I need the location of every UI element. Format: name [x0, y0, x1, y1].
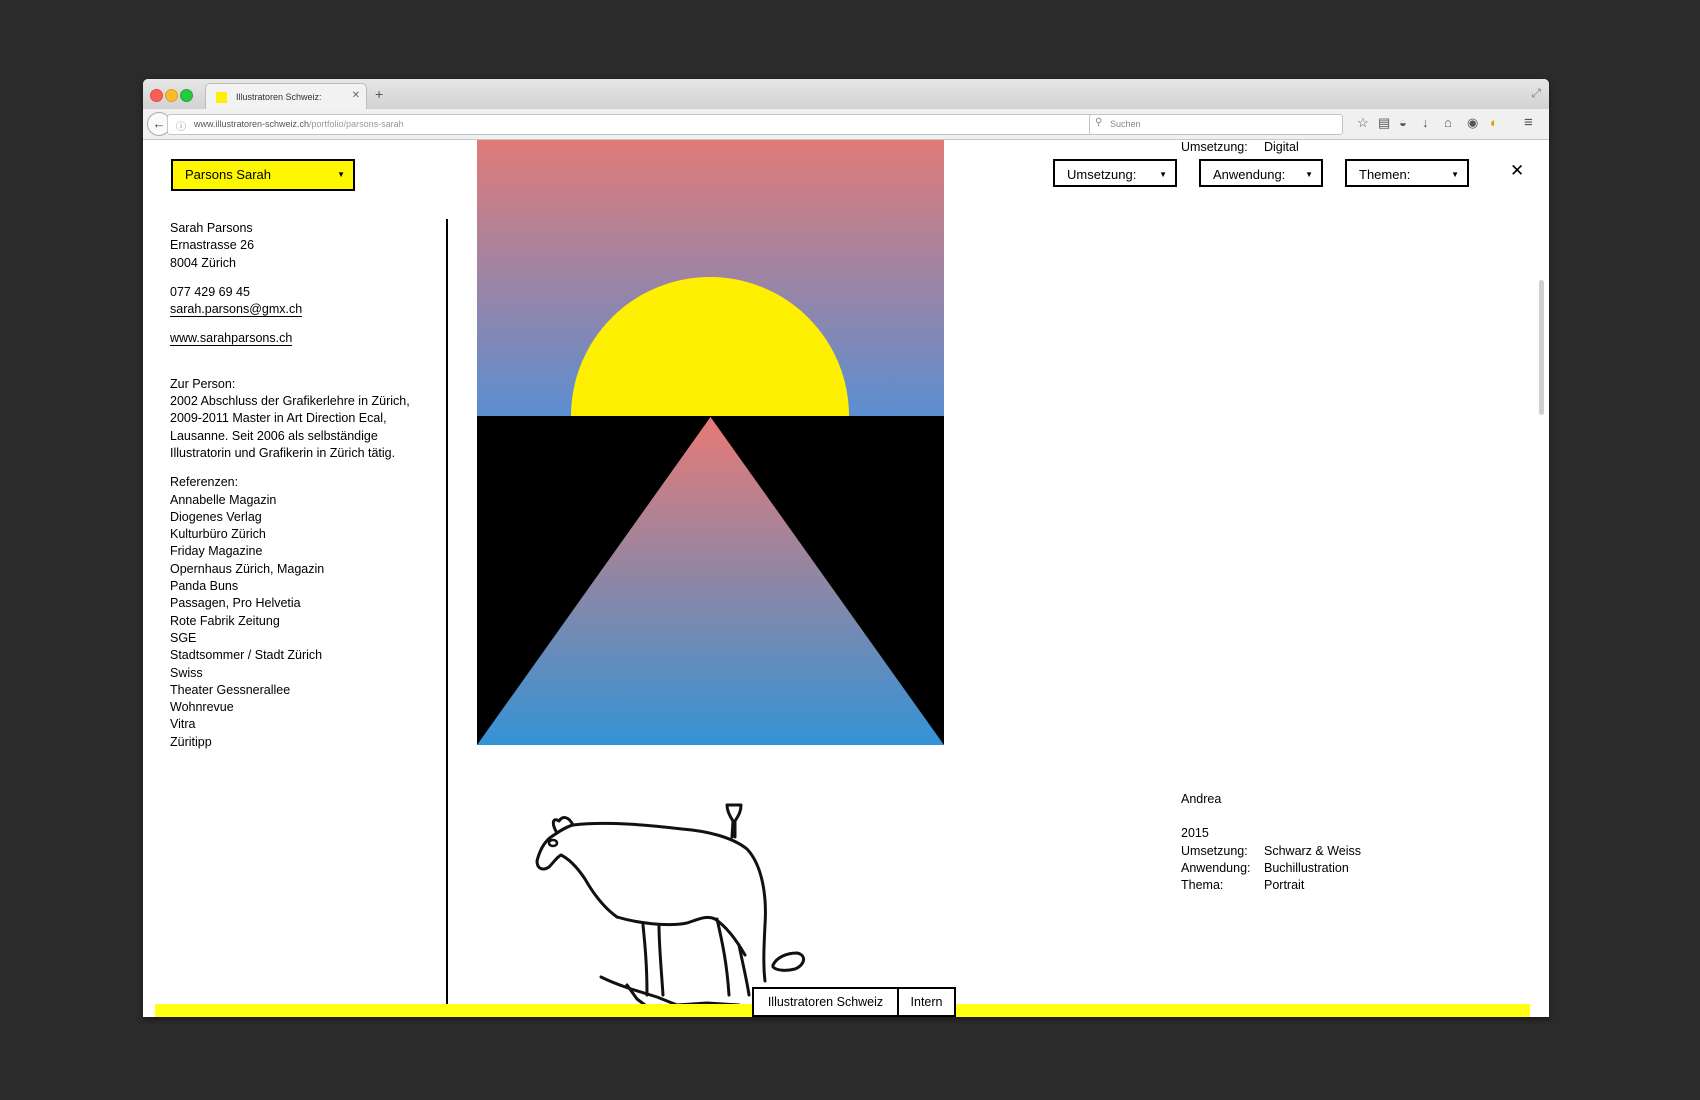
reference-item: SGE [170, 630, 197, 645]
filter-themen[interactable]: Themen: ▼ [1345, 159, 1469, 187]
browser-window: Illustratoren Schweiz: ✕ + ⤢ ← ⓘ www.ill… [143, 79, 1549, 1017]
maximize-window-button[interactable] [180, 89, 193, 102]
footer-tab-illustratoren[interactable]: Illustratoren Schweiz [752, 987, 899, 1017]
close-window-button[interactable] [150, 89, 163, 102]
bio-line: Illustratorin und Grafikerin in Zürich t… [170, 445, 396, 460]
work-meta-row: Umsetzung: Schwarz & Weiss [1181, 843, 1361, 860]
url-path: /portfolio/parsons-sarah [309, 119, 404, 129]
artist-select-label: Parsons Sarah [185, 167, 271, 182]
work-title: Andrea [1181, 792, 1222, 806]
contact-street: Ernastrasse 26 [170, 238, 255, 253]
work-meta-key: Umsetzung: [1181, 843, 1248, 858]
filter-umsetzung-label: Umsetzung: [1067, 167, 1137, 182]
artist-info: Sarah Parsons Ernastrasse 26 8004 Zürich… [170, 220, 430, 751]
extension-icon[interactable]: ◐ [1490, 115, 1498, 131]
menu-icon[interactable]: ≡ [1524, 115, 1533, 131]
tab-title: Illustratoren Schweiz: [236, 92, 322, 102]
reference-item: Vitra [170, 717, 196, 732]
website-link[interactable]: www.sarahparsons.ch [170, 331, 293, 347]
footer-tab-intern[interactable]: Intern [897, 987, 956, 1017]
caption-top-value: Digital [1264, 140, 1299, 154]
search-bar[interactable]: ⚲ Suchen [1089, 114, 1343, 135]
reference-item: Friday Magazine [170, 544, 263, 559]
search-icon: ⚲ [1095, 117, 1103, 128]
tab-close-icon[interactable]: ✕ [352, 90, 360, 101]
star-icon[interactable]: ☆ [1357, 115, 1369, 131]
reference-item: Rote Fabrik Zeitung [170, 613, 280, 628]
filter-umsetzung[interactable]: Umsetzung: ▼ [1053, 159, 1177, 187]
work-year: 2015 [1181, 826, 1209, 841]
bio-heading: Zur Person: [170, 376, 236, 391]
work-caption: Andrea 2015 Umsetzung: Schwarz & Weiss An… [1181, 791, 1361, 894]
reference-item: Wohnrevue [170, 700, 234, 715]
clipboard-icon[interactable]: ▤ [1378, 115, 1390, 131]
scrollbar-thumb[interactable] [1539, 280, 1544, 415]
work-meta-key: Thema: [1181, 878, 1224, 893]
caption-top: Umsetzung: Digital [1181, 140, 1299, 154]
home-icon[interactable]: ⌂ [1444, 115, 1452, 131]
reference-item: Stadtsommer / Stadt Zürich [170, 648, 323, 663]
artwork-andrea-drawing[interactable] [477, 785, 944, 1017]
minimize-window-button[interactable] [165, 89, 178, 102]
reference-item: Swiss [170, 665, 203, 680]
reference-item: Kulturbüro Zürich [170, 527, 266, 542]
favicon-icon [216, 92, 227, 103]
work-meta-key: Anwendung: [1181, 860, 1251, 875]
divider-line [446, 219, 448, 1017]
nav-bar: ← ⓘ www.illustratoren-schweiz.ch/portfol… [143, 109, 1549, 140]
bio-line: Lausanne. Seit 2006 als selbständige [170, 428, 378, 443]
bio-line: 2002 Abschluss der Grafikerlehre in Züri… [170, 394, 410, 409]
filter-anwendung-label: Anwendung: [1213, 167, 1286, 182]
caret-down-icon: ▼ [337, 170, 345, 179]
reference-item: Diogenes Verlag [170, 509, 262, 524]
chat-icon[interactable]: ◉ [1467, 115, 1478, 131]
work-meta-value: Portrait [1264, 878, 1305, 893]
close-icon[interactable]: ✕ [1510, 160, 1524, 182]
work-meta-row: Thema: Portrait [1181, 877, 1361, 894]
reference-item: Züritipp [170, 734, 212, 749]
browser-tab[interactable]: Illustratoren Schweiz: ✕ [205, 83, 367, 110]
caret-down-icon: ▼ [1159, 170, 1167, 179]
url-bar[interactable]: ⓘ www.illustratoren-schweiz.ch/portfolio… [167, 114, 1201, 135]
download-icon[interactable]: ↓ [1422, 115, 1429, 131]
title-bar: Illustratoren Schweiz: ✕ + ⤢ [143, 79, 1549, 110]
fullscreen-icon[interactable]: ⤢ [1531, 86, 1541, 101]
url-text: www.illustratoren-schweiz.ch/portfolio/p… [194, 119, 404, 129]
contact-phone: 077 429 69 45 [170, 284, 250, 299]
filter-anwendung[interactable]: Anwendung: ▼ [1199, 159, 1323, 187]
bio-line: 2009-2011 Master in Art Direction Ecal, [170, 411, 387, 426]
page-content: Parsons Sarah ▼ Sarah Parsons Ernastrass… [143, 140, 1549, 1017]
caption-top-key: Umsetzung: [1181, 140, 1248, 154]
artist-select[interactable]: Parsons Sarah ▼ [171, 159, 355, 191]
artwork-sunset-pyramid[interactable] [477, 140, 944, 745]
work-meta-value: Schwarz & Weiss [1264, 843, 1362, 858]
reference-item: Passagen, Pro Helvetia [170, 596, 301, 611]
work-meta-row: Anwendung: Buchillustration [1181, 860, 1361, 877]
contact-city: 8004 Zürich [170, 255, 237, 270]
caret-down-icon: ▼ [1305, 170, 1313, 179]
reference-item: Opernhaus Zürich, Magazin [170, 561, 325, 576]
url-domain: www.illustratoren-schweiz.ch [194, 119, 310, 129]
references-heading: Referenzen: [170, 475, 239, 490]
contact-name: Sarah Parsons [170, 221, 253, 235]
caret-down-icon: ▼ [1451, 170, 1459, 179]
reference-item: Theater Gessnerallee [170, 682, 291, 697]
filter-themen-label: Themen: [1359, 167, 1411, 182]
work-meta-value: Buchillustration [1264, 860, 1349, 875]
pocket-icon[interactable]: ◒ [1399, 115, 1407, 131]
email-link[interactable]: sarah.parsons@gmx.ch [170, 302, 303, 318]
reference-item: Panda Buns [170, 579, 239, 594]
new-tab-icon[interactable]: + [375, 87, 383, 101]
search-placeholder: Suchen [1110, 119, 1141, 129]
reference-item: Annabelle Magazin [170, 492, 277, 507]
info-icon[interactable]: ⓘ [176, 118, 186, 133]
